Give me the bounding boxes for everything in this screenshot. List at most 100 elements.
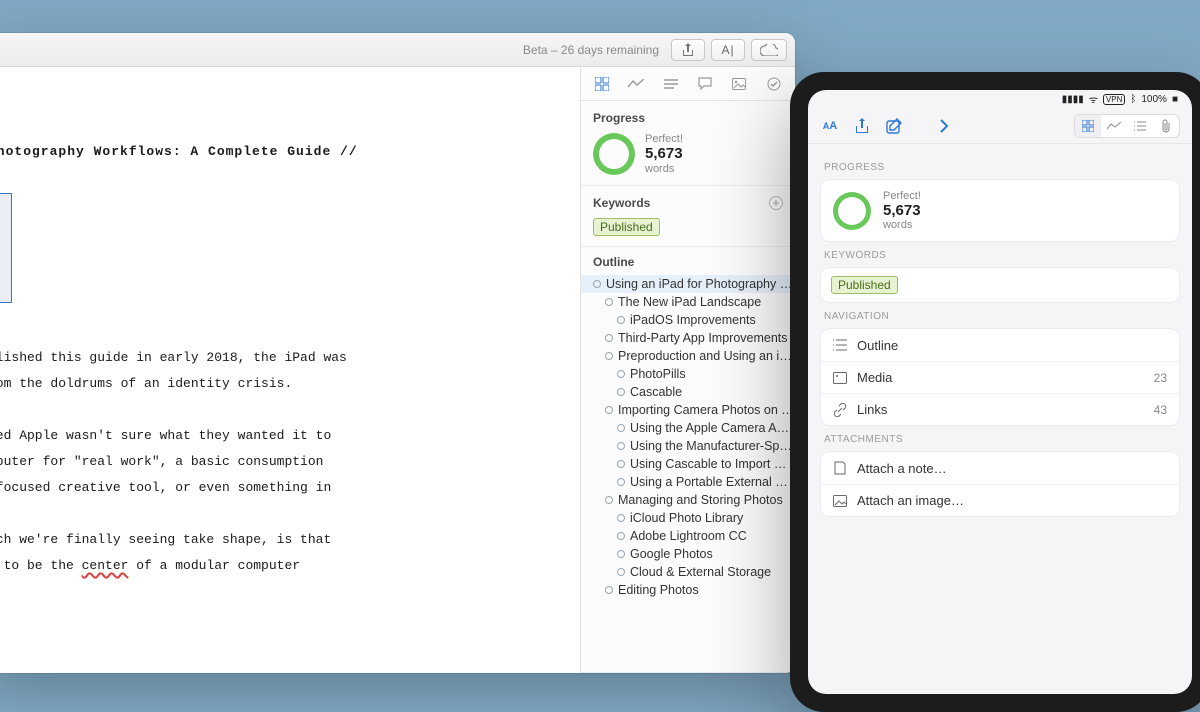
list-icon bbox=[1134, 121, 1146, 131]
outline-item[interactable]: Preproduction and Using an iPad… bbox=[581, 347, 795, 365]
media-count: 23 bbox=[1154, 371, 1167, 385]
keyword-chip[interactable]: Published bbox=[593, 218, 660, 236]
outline-item[interactable]: Using the Apple Camera Adapt… bbox=[581, 419, 795, 437]
list-icon bbox=[833, 338, 847, 352]
outline-item[interactable]: Cloud & External Storage bbox=[581, 563, 795, 581]
outline-bullet-icon bbox=[617, 532, 625, 540]
nav-media[interactable]: Media 23 bbox=[821, 361, 1179, 393]
cloud-icon bbox=[760, 44, 778, 56]
ipad-screen: ▮▮▮▮ ᯤ VPN ᛒ 100% ■ AA bbox=[808, 90, 1192, 694]
image-icon bbox=[732, 78, 746, 90]
outline-item[interactable]: Managing and Storing Photos bbox=[581, 491, 795, 509]
seg-attachments[interactable] bbox=[1153, 115, 1179, 137]
attach-note-button[interactable]: Attach a note… bbox=[821, 452, 1179, 484]
navigation-label: NAVIGATION bbox=[824, 311, 1176, 322]
inspector-tabs bbox=[581, 67, 795, 101]
share-icon bbox=[855, 118, 869, 134]
links-count: 43 bbox=[1154, 403, 1167, 417]
outline-item-label: Using a Portable External Drive bbox=[630, 475, 795, 489]
outline-item[interactable]: Using Cascable to Import Wirel… bbox=[581, 455, 795, 473]
outline-item[interactable]: The New iPad Landscape bbox=[581, 293, 795, 311]
lines-icon bbox=[664, 79, 678, 89]
tab-dashboard[interactable] bbox=[594, 76, 610, 92]
outline-item-label: Using Cascable to Import Wirel… bbox=[630, 457, 795, 471]
note-icon bbox=[833, 461, 847, 475]
keyword-chip[interactable]: Published bbox=[831, 276, 898, 294]
outline-bullet-icon bbox=[617, 316, 625, 324]
outline-item[interactable]: Adobe Lightroom CC bbox=[581, 527, 795, 545]
outline-item[interactable]: Using the Manufacturer-Specifi… bbox=[581, 437, 795, 455]
outline-item-label: PhotoPills bbox=[630, 367, 686, 381]
keywords-section: Keywords Published bbox=[581, 186, 795, 247]
text-style-icon: A| bbox=[721, 43, 734, 57]
embedded-image-thumbnail[interactable] bbox=[0, 193, 12, 303]
editor-area[interactable]: Photography Workflows: A Complete Guide … bbox=[0, 67, 580, 673]
outline-heading: Outline bbox=[581, 255, 795, 275]
outline-item-label: Importing Camera Photos on an i… bbox=[618, 403, 795, 417]
tab-tasks[interactable] bbox=[766, 76, 782, 92]
outline-item-label: The New iPad Landscape bbox=[618, 295, 761, 309]
spelling-error[interactable]: center bbox=[82, 558, 129, 573]
grid-icon bbox=[595, 77, 609, 91]
share-icon bbox=[682, 43, 694, 57]
vpn-indicator: VPN bbox=[1103, 94, 1125, 105]
outline-section: Outline Using an iPad for Photography Wo… bbox=[581, 247, 795, 673]
battery-icon: ■ bbox=[1172, 94, 1178, 105]
outline-item[interactable]: iPadOS Improvements bbox=[581, 311, 795, 329]
paperclip-icon bbox=[1160, 119, 1172, 133]
mac-titlebar: Beta – 26 days remaining A| bbox=[0, 33, 795, 67]
outline-item-label: Using an iPad for Photography Wor… bbox=[606, 277, 795, 291]
text-settings-button[interactable]: AA bbox=[820, 116, 840, 136]
outline-bullet-icon bbox=[605, 298, 613, 306]
outline-item[interactable]: Third-Party App Improvements bbox=[581, 329, 795, 347]
compose-icon bbox=[886, 118, 902, 134]
outline-item[interactable]: Using an iPad for Photography Wor… bbox=[581, 275, 795, 293]
progress-ring bbox=[593, 133, 635, 175]
seg-analytics[interactable] bbox=[1101, 115, 1127, 137]
image-icon bbox=[833, 494, 847, 508]
outline-item[interactable]: Google Photos bbox=[581, 545, 795, 563]
outline-item[interactable]: Using a Portable External Drive bbox=[581, 473, 795, 491]
outline-item-label: Third-Party App Improvements bbox=[618, 331, 788, 345]
outline-item-label: Adobe Lightroom CC bbox=[630, 529, 747, 543]
progress-card[interactable]: Perfect! 5,673 words bbox=[820, 179, 1180, 242]
nav-links[interactable]: Links 43 bbox=[821, 393, 1179, 425]
body-paragraph: blished this guide in early 2018, the iP… bbox=[0, 345, 564, 397]
add-keyword-button[interactable] bbox=[769, 196, 783, 210]
word-count: 5,673 bbox=[883, 202, 921, 219]
text-style-button[interactable]: A| bbox=[711, 39, 745, 61]
chevron-right-icon bbox=[940, 119, 949, 133]
ipad-toolbar: AA bbox=[808, 108, 1192, 144]
tab-images[interactable] bbox=[731, 76, 747, 92]
body-paragraph: med Apple wasn't sure what they wanted i… bbox=[0, 423, 564, 501]
attach-image-button[interactable]: Attach an image… bbox=[821, 484, 1179, 516]
outline-bullet-icon bbox=[617, 550, 625, 558]
tab-analytics[interactable] bbox=[628, 76, 644, 92]
body-paragraph: ich we're finally seeing take shape, is … bbox=[0, 527, 564, 579]
ipad-device-frame: ▮▮▮▮ ᯤ VPN ᛒ 100% ■ AA bbox=[790, 72, 1200, 712]
beta-status: Beta – 26 days remaining bbox=[523, 43, 659, 57]
outline-bullet-icon bbox=[605, 352, 613, 360]
share-button[interactable] bbox=[852, 116, 872, 136]
compose-button[interactable] bbox=[884, 116, 904, 136]
outline-item[interactable]: iCloud Photo Library bbox=[581, 509, 795, 527]
tab-comments[interactable] bbox=[697, 76, 713, 92]
tab-paragraphs[interactable] bbox=[663, 76, 679, 92]
keywords-card[interactable]: Published bbox=[820, 267, 1180, 303]
share-button[interactable] bbox=[671, 39, 705, 61]
attachments-card: Attach a note… Attach an image… bbox=[820, 451, 1180, 517]
grid-icon bbox=[1082, 120, 1094, 132]
outline-item[interactable]: Editing Photos bbox=[581, 581, 795, 599]
link-icon bbox=[833, 403, 847, 417]
outline-bullet-icon bbox=[617, 424, 625, 432]
forward-button[interactable] bbox=[934, 116, 954, 136]
seg-dashboard[interactable] bbox=[1075, 115, 1101, 137]
outline-item[interactable]: PhotoPills bbox=[581, 365, 795, 383]
nav-outline[interactable]: Outline bbox=[821, 329, 1179, 361]
cloud-button[interactable] bbox=[751, 39, 787, 61]
seg-list[interactable] bbox=[1127, 115, 1153, 137]
outline-item[interactable]: Cascable bbox=[581, 383, 795, 401]
outline-bullet-icon bbox=[605, 334, 613, 342]
view-mode-segmented[interactable] bbox=[1074, 114, 1180, 138]
outline-item[interactable]: Importing Camera Photos on an i… bbox=[581, 401, 795, 419]
